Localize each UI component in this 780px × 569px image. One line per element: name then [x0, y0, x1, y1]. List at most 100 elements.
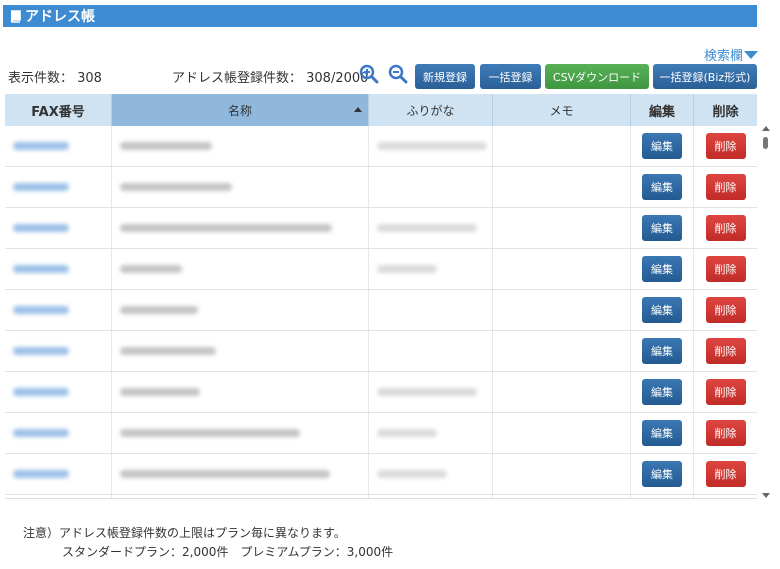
- memo-cell: [493, 413, 631, 453]
- csv-download-button[interactable]: CSVダウンロード: [545, 64, 649, 89]
- redacted-text: [13, 470, 69, 478]
- column-name-label: 名称: [227, 103, 252, 118]
- kana-cell: [369, 495, 493, 498]
- name-cell: [112, 249, 369, 289]
- column-memo[interactable]: メモ: [493, 94, 631, 126]
- edit-button[interactable]: 編集: [642, 133, 682, 159]
- delete-button[interactable]: 削除: [705, 461, 746, 487]
- edit-button[interactable]: 編集: [642, 338, 682, 364]
- fax-cell[interactable]: [5, 167, 112, 207]
- delete-button[interactable]: 削除: [705, 297, 746, 323]
- kana-cell: [369, 290, 493, 330]
- memo-cell: [493, 290, 631, 330]
- edit-button[interactable]: 編集: [642, 297, 682, 323]
- fax-cell[interactable]: [5, 290, 112, 330]
- name-cell: [112, 290, 369, 330]
- table-row: 編集削除: [5, 495, 757, 498]
- fax-cell[interactable]: [5, 249, 112, 289]
- redacted-text: [120, 347, 216, 355]
- column-kana[interactable]: ふりがな: [369, 94, 493, 126]
- fax-cell[interactable]: [5, 413, 112, 453]
- table-header: FAX番号 名称 ふりがな メモ 編集 削除: [5, 94, 757, 126]
- column-edit: 編集: [631, 94, 694, 126]
- note-line-1: 注意）アドレス帳登録件数の上限はプラン毎に異なります。: [23, 526, 346, 540]
- address-table: FAX番号 名称 ふりがな メモ 編集 削除 編集 削除 編集 削除 編集 削除 編集 削除編…: [5, 94, 757, 499]
- redacted-text: [120, 142, 212, 150]
- name-cell: [112, 413, 369, 453]
- scroll-down-icon[interactable]: [762, 493, 770, 498]
- memo-cell: [493, 331, 631, 371]
- redacted-text: [377, 265, 437, 273]
- zoom-out-icon[interactable]: [388, 64, 408, 84]
- display-count: 表示件数： 308: [8, 71, 102, 86]
- redacted-text: [13, 224, 69, 232]
- registered-count: アドレス帳登録件数： 308/2000: [172, 71, 369, 86]
- edit-cell: 編集: [631, 413, 694, 453]
- redacted-text: [120, 306, 198, 314]
- table-row: 編集削除: [5, 372, 757, 413]
- delete-cell: 削除: [694, 290, 757, 330]
- memo-cell: [493, 126, 631, 166]
- memo-cell: [493, 495, 631, 498]
- redacted-text: [120, 429, 300, 437]
- edit-button[interactable]: 編集: [642, 256, 682, 282]
- scroll-thumb[interactable]: [763, 137, 768, 149]
- delete-button[interactable]: 削除: [705, 379, 746, 405]
- new-entry-button[interactable]: 新規登録: [415, 64, 475, 89]
- column-name[interactable]: 名称: [112, 94, 369, 126]
- fax-cell[interactable]: [5, 372, 112, 412]
- edit-button[interactable]: 編集: [642, 379, 682, 405]
- table-row: 編集削除: [5, 249, 757, 290]
- table-scrollbar[interactable]: [761, 126, 771, 498]
- redacted-text: [120, 388, 200, 396]
- delete-button[interactable]: 削除: [705, 256, 746, 282]
- fax-cell[interactable]: [5, 208, 112, 248]
- delete-button[interactable]: 削除: [705, 420, 746, 446]
- redacted-text: [120, 265, 182, 273]
- edit-cell: 編集: [631, 208, 694, 248]
- fax-cell[interactable]: [5, 495, 112, 498]
- edit-button[interactable]: 編集: [642, 420, 682, 446]
- name-cell: [112, 331, 369, 371]
- fax-cell[interactable]: [5, 331, 112, 371]
- search-toggle[interactable]: 検索欄: [704, 45, 758, 64]
- edit-cell: 編集: [631, 290, 694, 330]
- zoom-in-icon[interactable]: [359, 64, 379, 84]
- edit-button[interactable]: 編集: [642, 215, 682, 241]
- kana-cell: [369, 413, 493, 453]
- delete-button[interactable]: 削除: [705, 133, 746, 159]
- bulk-register-biz-button[interactable]: 一括登録(Biz形式): [653, 64, 757, 89]
- delete-cell: 削除: [694, 454, 757, 494]
- name-cell: [112, 208, 369, 248]
- memo-cell: [493, 249, 631, 289]
- kana-cell: [369, 372, 493, 412]
- column-fax[interactable]: FAX番号: [5, 94, 112, 126]
- table-row: 編集削除: [5, 454, 757, 495]
- memo-cell: [493, 208, 631, 248]
- sort-asc-icon: [354, 107, 362, 112]
- delete-button[interactable]: 削除: [705, 338, 746, 364]
- redacted-text: [13, 142, 69, 150]
- edit-cell: 編集: [631, 331, 694, 371]
- fax-cell[interactable]: [5, 454, 112, 494]
- redacted-text: [13, 347, 69, 355]
- delete-cell: 削除: [694, 167, 757, 207]
- edit-button[interactable]: 編集: [642, 461, 682, 487]
- kana-cell: [369, 249, 493, 289]
- fax-cell[interactable]: [5, 126, 112, 166]
- kana-cell: [369, 208, 493, 248]
- column-delete: 削除: [712, 104, 739, 120]
- kana-cell: [369, 126, 493, 166]
- table-body: 編集削除編集削除編集削除編集削除編集削除編集削除編集削除編集削除編集削除編集削除: [5, 126, 757, 498]
- bulk-register-button[interactable]: 一括登録: [480, 64, 541, 89]
- kana-cell: [369, 331, 493, 371]
- edit-button[interactable]: 編集: [642, 174, 682, 200]
- delete-cell: 削除: [694, 413, 757, 453]
- redacted-text: [13, 429, 69, 437]
- delete-button[interactable]: 削除: [705, 215, 746, 241]
- table-row: 編集削除: [5, 126, 757, 167]
- delete-button[interactable]: 削除: [705, 174, 746, 200]
- scroll-up-icon[interactable]: [762, 126, 770, 131]
- redacted-text: [377, 429, 437, 437]
- name-cell: [112, 454, 369, 494]
